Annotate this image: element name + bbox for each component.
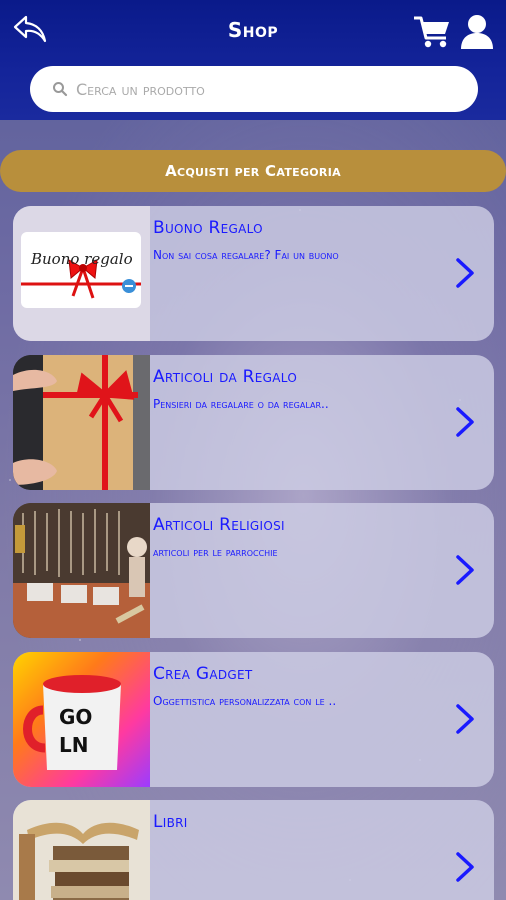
user-icon: [461, 15, 493, 49]
search-bar[interactable]: [30, 66, 478, 112]
category-thumbnail: GO LN: [13, 652, 150, 787]
category-card-buono-regalo[interactable]: Buono regalo Buono Regalo Non sai cosa r…: [13, 206, 494, 341]
category-section-label: Acquisti per Categoria: [165, 162, 341, 180]
category-title: Articoli Religiosi: [153, 515, 285, 535]
chevron-right-icon: [456, 555, 474, 585]
chevron-right-icon: [456, 852, 474, 882]
cart-button[interactable]: [412, 12, 452, 50]
chevron-right-icon: [456, 258, 474, 288]
search-input[interactable]: [76, 79, 436, 99]
user-button[interactable]: [458, 12, 496, 50]
category-description: Non sai cosa regalare? Fai un buono: [153, 248, 339, 262]
app-header: Shop: [0, 0, 506, 120]
category-title: Buono Regalo: [153, 218, 263, 238]
category-description: Pensieri da regalare o da regalar..: [153, 397, 329, 411]
svg-text:LN: LN: [59, 733, 88, 757]
chevron-right-icon: [456, 407, 474, 437]
category-card-libri[interactable]: Libri: [13, 800, 494, 900]
thumbnail-text: Buono regalo: [30, 250, 133, 268]
category-title: Crea Gadget: [153, 664, 253, 684]
category-title: Libri: [153, 812, 188, 832]
category-description: Oggettistica personalizzata con le ..: [153, 694, 337, 708]
category-description: articoli per le parrocchie: [153, 545, 278, 559]
category-thumbnail: Buono regalo: [13, 206, 150, 341]
category-card-crea-gadget[interactable]: GO LN Crea Gadget Oggettistica personali…: [13, 652, 494, 787]
svg-text:GO: GO: [59, 705, 92, 729]
chevron-right-icon: [456, 704, 474, 734]
category-card-articoli-da-regalo[interactable]: Articoli da Regalo Pensieri da regalare …: [13, 355, 494, 490]
category-section-header: Acquisti per Categoria: [0, 150, 506, 192]
category-card-articoli-religiosi[interactable]: Articoli Religiosi articoli per le parro…: [13, 503, 494, 638]
category-thumbnail: [13, 355, 150, 490]
category-title: Articoli da Regalo: [153, 367, 298, 387]
category-thumbnail: [13, 503, 150, 638]
category-thumbnail: [13, 800, 150, 900]
search-icon: [52, 81, 68, 97]
cart-icon: [414, 16, 449, 48]
